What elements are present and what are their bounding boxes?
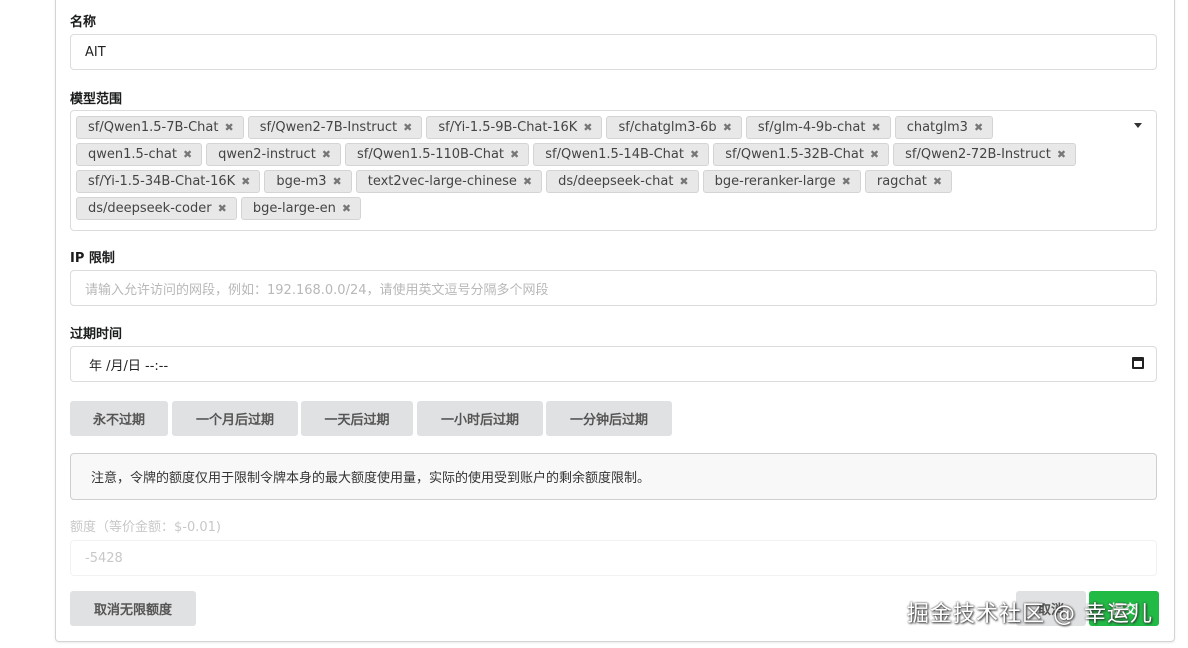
remove-tag-icon[interactable]: ✖ — [1057, 148, 1066, 161]
model-tag-label: sf/Qwen1.5-14B-Chat — [545, 147, 684, 162]
quota-input-value: -5428 — [85, 550, 123, 566]
quota-notice: 注意，令牌的额度仅用于限制令牌本身的最大额度使用量，实际的使用受到账户的剩余额度… — [70, 453, 1157, 500]
expire-label: 过期时间 — [70, 327, 123, 342]
model-tag[interactable]: sf/Yi-1.5-9B-Chat-16K ✖ — [426, 116, 603, 139]
quota-input[interactable]: -5428 — [70, 540, 1157, 576]
model-tag[interactable]: text2vec-large-chinese ✖ — [355, 170, 543, 193]
name-label: 名称 — [70, 15, 97, 30]
model-tag-label: sf/Qwen1.5-7B-Chat — [88, 120, 219, 135]
remove-tag-icon[interactable]: ✖ — [842, 175, 851, 188]
remove-tag-icon[interactable]: ✖ — [183, 148, 192, 161]
expire-one-hour-button[interactable]: 一小时后过期 — [417, 401, 543, 436]
model-tag-label: sf/Yi-1.5-9B-Chat-16K — [438, 120, 578, 135]
expire-datetime-input[interactable]: 年 /月/日 --:-- — [70, 346, 1157, 382]
model-tag-label: sf/glm-4-9b-chat — [757, 120, 866, 135]
model-tag-label: sf/Qwen2-7B-Instruct — [259, 120, 398, 135]
model-tag-label: qwen1.5-chat — [88, 147, 177, 162]
model-tag-label: qwen2-instruct — [218, 147, 316, 162]
model-tag-label: sf/chatglm3-6b — [618, 120, 717, 135]
dropdown-caret-icon[interactable] — [1134, 123, 1142, 128]
model-tag-label: bge-large-en — [252, 201, 336, 216]
remove-tag-icon[interactable]: ✖ — [342, 202, 351, 215]
model-tag-label: ds/deepseek-coder — [88, 201, 212, 216]
calendar-icon[interactable] — [1132, 357, 1144, 369]
model-tag[interactable]: sf/Qwen2-72B-Instruct ✖ — [893, 143, 1077, 166]
model-tag-label: sf/Qwen1.5-110B-Chat — [357, 147, 505, 162]
model-tag-label: sf/Yi-1.5-34B-Chat-16K — [88, 174, 236, 189]
remove-tag-icon[interactable]: ✖ — [679, 175, 688, 188]
expire-one-day-button[interactable]: 一天后过期 — [301, 401, 413, 436]
model-tag[interactable]: ds/deepseek-chat ✖ — [546, 170, 699, 193]
remove-tag-icon[interactable]: ✖ — [523, 175, 532, 188]
model-tag-label: chatglm3 — [906, 120, 968, 135]
model-tag[interactable]: sf/Yi-1.5-34B-Chat-16K ✖ — [76, 170, 261, 193]
model-tag[interactable]: sf/Qwen1.5-32B-Chat ✖ — [713, 143, 890, 166]
cancel-unlimited-quota-button[interactable]: 取消无限额度 — [70, 591, 196, 626]
model-tag[interactable]: chatglm3 ✖ — [894, 116, 994, 139]
model-tag[interactable]: qwen1.5-chat ✖ — [76, 143, 203, 166]
model-tag[interactable]: bge-large-en ✖ — [240, 197, 362, 220]
model-tag[interactable]: sf/Qwen2-7B-Instruct ✖ — [247, 116, 423, 139]
remove-tag-icon[interactable]: ✖ — [871, 121, 880, 134]
never-expire-button[interactable]: 永不过期 — [70, 401, 168, 436]
model-tag-label: sf/Qwen1.5-32B-Chat — [725, 147, 864, 162]
remove-tag-icon[interactable]: ✖ — [690, 148, 699, 161]
remove-tag-icon[interactable]: ✖ — [403, 121, 412, 134]
ip-input-placeholder: 请输入允许访问的网段，例如：192.168.0.0/24，请使用英文逗号分隔多个… — [85, 282, 549, 298]
model-tag-label: ds/deepseek-chat — [558, 174, 674, 189]
model-tag-label: text2vec-large-chinese — [367, 174, 517, 189]
name-input[interactable]: AIT — [70, 34, 1157, 70]
expire-one-month-button[interactable]: 一个月后过期 — [172, 401, 298, 436]
remove-tag-icon[interactable]: ✖ — [510, 148, 519, 161]
model-tag[interactable]: sf/chatglm3-6b ✖ — [606, 116, 742, 139]
remove-tag-icon[interactable]: ✖ — [241, 175, 250, 188]
models-label: 模型范围 — [70, 92, 123, 107]
model-tag[interactable]: sf/Qwen1.5-7B-Chat ✖ — [76, 116, 244, 139]
model-tag[interactable]: ds/deepseek-coder ✖ — [76, 197, 237, 220]
remove-tag-icon[interactable]: ✖ — [218, 202, 227, 215]
watermark: 掘金技术社区 @ 幸运儿 — [907, 602, 1153, 627]
remove-tag-icon[interactable]: ✖ — [333, 175, 342, 188]
model-tag[interactable]: ragchat ✖ — [864, 170, 953, 193]
model-tag[interactable]: sf/Qwen1.5-110B-Chat ✖ — [345, 143, 530, 166]
expire-one-minute-button[interactable]: 一分钟后过期 — [546, 401, 672, 436]
ip-label: IP 限制 — [70, 251, 115, 266]
model-tag-label: ragchat — [876, 174, 927, 189]
remove-tag-icon[interactable]: ✖ — [583, 121, 592, 134]
name-input-value: AIT — [85, 44, 106, 60]
remove-tag-icon[interactable]: ✖ — [974, 121, 983, 134]
ip-input[interactable]: 请输入允许访问的网段，例如：192.168.0.0/24，请使用英文逗号分隔多个… — [70, 270, 1157, 306]
model-tag[interactable]: bge-m3 ✖ — [264, 170, 352, 193]
remove-tag-icon[interactable]: ✖ — [933, 175, 942, 188]
model-tag[interactable]: qwen2-instruct ✖ — [206, 143, 342, 166]
model-tag-label: bge-reranker-large — [714, 174, 836, 189]
model-tag-label: sf/Qwen2-72B-Instruct — [905, 147, 1051, 162]
models-multiselect[interactable]: sf/Qwen1.5-7B-Chat ✖ sf/Qwen2-7B-Instruct ✖… — [70, 110, 1157, 231]
remove-tag-icon[interactable]: ✖ — [723, 121, 732, 134]
quota-notice-text: 注意，令牌的额度仅用于限制令牌本身的最大额度使用量，实际的使用受到账户的剩余额度… — [91, 471, 651, 486]
remove-tag-icon[interactable]: ✖ — [322, 148, 331, 161]
model-tag-label: bge-m3 — [276, 174, 327, 189]
model-tag[interactable]: bge-reranker-large ✖ — [702, 170, 861, 193]
remove-tag-icon[interactable]: ✖ — [870, 148, 879, 161]
expire-input-value: 年 /月/日 --:-- — [89, 358, 169, 374]
remove-tag-icon[interactable]: ✖ — [224, 121, 233, 134]
model-tag[interactable]: sf/glm-4-9b-chat ✖ — [745, 116, 891, 139]
quota-label: 额度（等价金额：$-0.01) — [70, 520, 221, 535]
model-tag[interactable]: sf/Qwen1.5-14B-Chat ✖ — [533, 143, 710, 166]
